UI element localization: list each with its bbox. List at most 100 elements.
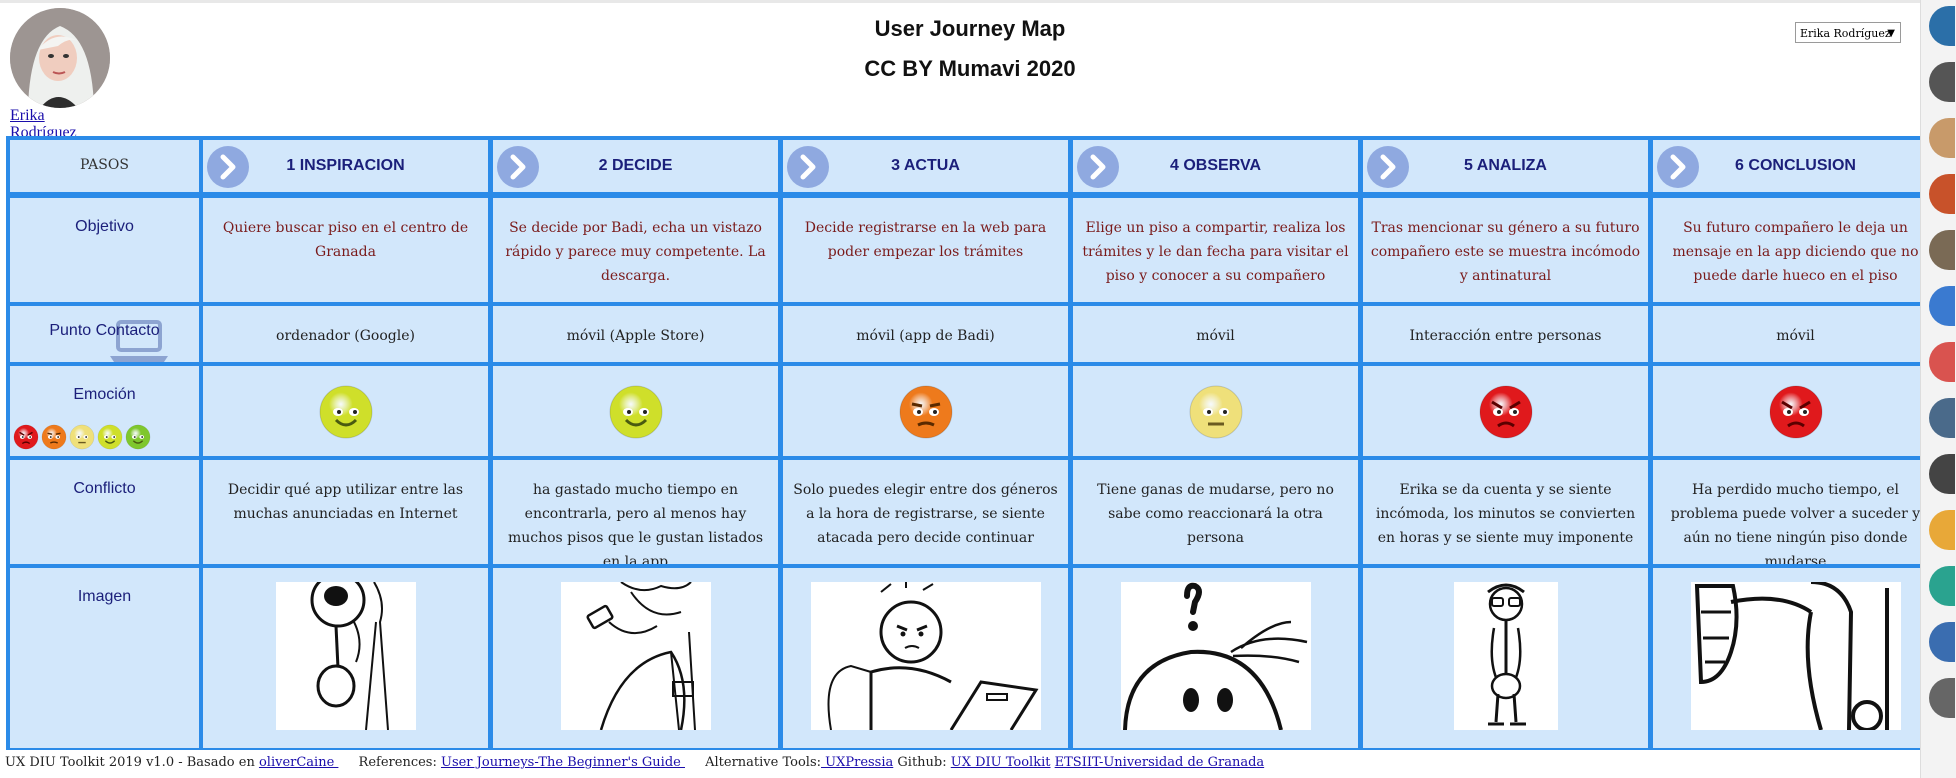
- label-emocion: Emoción: [10, 366, 199, 456]
- step-3-conflicto: Solo puedes elegir entre dos géneros a l…: [783, 460, 1068, 564]
- annoyed-face-icon[interactable]: [41, 424, 67, 450]
- step-4-objetivo: Elige un piso a compartir, realiza los t…: [1073, 198, 1358, 302]
- row-emocion: Emoción: [6, 366, 1920, 456]
- step-5-image: [1363, 568, 1648, 748]
- step-2-punto: móvil (Apple Store): [493, 306, 778, 362]
- step-2-header[interactable]: 2 DECIDE: [493, 140, 778, 192]
- participant-avatar[interactable]: [1929, 6, 1955, 46]
- participants-strip: [1920, 0, 1956, 778]
- happy-face-icon[interactable]: [97, 424, 123, 450]
- step-1-image: [203, 568, 488, 748]
- footer-link-olivercaine[interactable]: oliverCaine: [259, 755, 338, 770]
- label-imagen: Imagen: [10, 568, 199, 748]
- step-4-header[interactable]: 4 OBSERVA: [1073, 140, 1358, 192]
- step-4-name: 4 OBSERVA: [1170, 157, 1261, 174]
- label-conflicto: Conflicto: [10, 460, 199, 564]
- participant-avatar[interactable]: [1929, 622, 1955, 662]
- row-objetivo: Objetivo Quiere buscar piso en el centro…: [6, 198, 1920, 302]
- footer-text-github: Github:: [893, 755, 951, 770]
- footer-link-ux-diu-toolkit[interactable]: UX DIU Toolkit: [951, 755, 1051, 770]
- step-3-objetivo: Decide registrarse en la web para poder …: [783, 198, 1068, 302]
- footer-link-user-journeys[interactable]: User Journeys-The Beginner's Guide: [441, 755, 685, 770]
- neutral-face-icon[interactable]: [69, 424, 95, 450]
- footer-link-uxpressia[interactable]: UXPressia: [821, 755, 893, 770]
- user-avatar[interactable]: [10, 8, 110, 108]
- step-5-header[interactable]: 5 ANALIZA: [1363, 140, 1648, 192]
- magnifier-figure-illustration: [275, 582, 416, 730]
- row-imagen: Imagen: [6, 568, 1920, 748]
- angry-laptop-figure-illustration: [810, 582, 1041, 730]
- participant-avatar[interactable]: [1929, 174, 1955, 214]
- footer-link-etsiit[interactable]: ETSIIT-Universidad de Granada: [1055, 755, 1265, 770]
- participant-avatar[interactable]: [1929, 566, 1955, 606]
- participant-avatar[interactable]: [1929, 286, 1955, 326]
- step-2-objetivo: Se decide por Badi, echa un vistazo rápi…: [493, 198, 778, 302]
- step-6-conflicto: Ha perdido mucho tiempo, el problema pue…: [1653, 460, 1920, 564]
- page-title-block: User Journey Map CC BY Mumavi 2020: [800, 14, 1140, 94]
- emocion-text: Emoción: [73, 386, 136, 403]
- step-2-conflicto: ha gastado mucho tiempo en encontrarla, …: [493, 460, 778, 564]
- step-6-name: 6 CONCLUSION: [1735, 157, 1856, 174]
- participant-avatar[interactable]: [1929, 454, 1955, 494]
- participant-avatar[interactable]: [1929, 510, 1955, 550]
- participant-avatar[interactable]: [1929, 342, 1955, 382]
- angry-face-icon: [1478, 384, 1534, 440]
- step-3-header[interactable]: 3 ACTUA: [783, 140, 1068, 192]
- journey-grid: PASOS 1 INSPIRACION 2 DECIDE 3 ACTUA 4 O…: [6, 136, 1920, 750]
- participant-avatar[interactable]: [1929, 398, 1955, 438]
- step-1-punto: ordenador (Google): [203, 306, 488, 362]
- step-3-image: [783, 568, 1068, 748]
- punto-contacto-text: Punto Contacto: [49, 322, 160, 339]
- happy-face-icon: [318, 384, 374, 440]
- angry-face-icon: [1768, 384, 1824, 440]
- page-title: User Journey Map: [874, 16, 1066, 41]
- step-1-header[interactable]: 1 INSPIRACION: [203, 140, 488, 192]
- emotion-legend: [13, 424, 151, 450]
- step-6-objetivo: Su futuro compañero le deja un mensaje e…: [1653, 198, 1920, 302]
- participant-avatar[interactable]: [1929, 678, 1955, 718]
- neutral-face-icon: [1188, 384, 1244, 440]
- question-face-illustration: [1120, 582, 1311, 730]
- step-5-conflicto: Erika se da cuenta y se siente incómoda,…: [1363, 460, 1648, 564]
- very-happy-face-icon[interactable]: [125, 424, 151, 450]
- step-1-conflicto: Decidir qué app utilizar entre las mucha…: [203, 460, 488, 564]
- step-6-header[interactable]: 6 CONCLUSION: [1653, 140, 1920, 192]
- label-punto-contacto: Punto Contacto: [10, 306, 199, 362]
- step-6-image: [1653, 568, 1920, 748]
- angry-face-icon[interactable]: [13, 424, 39, 450]
- step-2-image: [493, 568, 778, 748]
- step-6-punto: móvil: [1653, 306, 1920, 362]
- row-conflicto: Conflicto Decidir qué app utilizar entre…: [6, 460, 1920, 564]
- participant-avatar[interactable]: [1929, 230, 1955, 270]
- avatar-photo: [10, 8, 110, 108]
- step-3-emotion: [783, 366, 1068, 456]
- thumbs-down-illustration: [1690, 582, 1901, 730]
- annoyed-face-icon: [898, 384, 954, 440]
- chevron-down-icon: ▼: [1887, 28, 1895, 39]
- participant-avatar[interactable]: [1929, 118, 1955, 158]
- step-5-objetivo: Tras mencionar su género a su futuro com…: [1363, 198, 1648, 302]
- step-4-conflicto: Tiene ganas de mudarse, pero no sabe com…: [1073, 460, 1358, 564]
- step-3-name: 3 ACTUA: [891, 157, 960, 174]
- step-4-punto: móvil: [1073, 306, 1358, 362]
- footer-text-references: References:: [358, 755, 441, 770]
- label-pasos: PASOS: [10, 140, 199, 192]
- step-5-name: 5 ANALIZA: [1464, 157, 1547, 174]
- page-subtitle: CC BY Mumavi 2020: [864, 56, 1076, 81]
- top-divider: [0, 0, 1920, 3]
- phone-figure-illustration: [560, 582, 711, 730]
- step-5-emotion: [1363, 366, 1648, 456]
- step-3-punto: móvil (app de Badi): [783, 306, 1068, 362]
- footer: UX DIU Toolkit 2019 v1.0 - Basado en oli…: [5, 755, 1905, 770]
- step-2-emotion: [493, 366, 778, 456]
- user-select-value: Erika Rodríguez: [1800, 27, 1891, 40]
- participant-avatar[interactable]: [1929, 62, 1955, 102]
- footer-text-alternative: Alternative Tools:: [705, 755, 822, 770]
- user-first-name[interactable]: Erika: [10, 107, 90, 124]
- step-2-name: 2 DECIDE: [598, 157, 673, 174]
- label-objetivo: Objetivo: [10, 198, 199, 302]
- step-4-image: [1073, 568, 1358, 748]
- user-select[interactable]: Erika Rodríguez ▼: [1795, 22, 1901, 43]
- footer-text-toolkit: UX DIU Toolkit 2019 v1.0 - Basado en: [5, 755, 259, 770]
- step-1-emotion: [203, 366, 488, 456]
